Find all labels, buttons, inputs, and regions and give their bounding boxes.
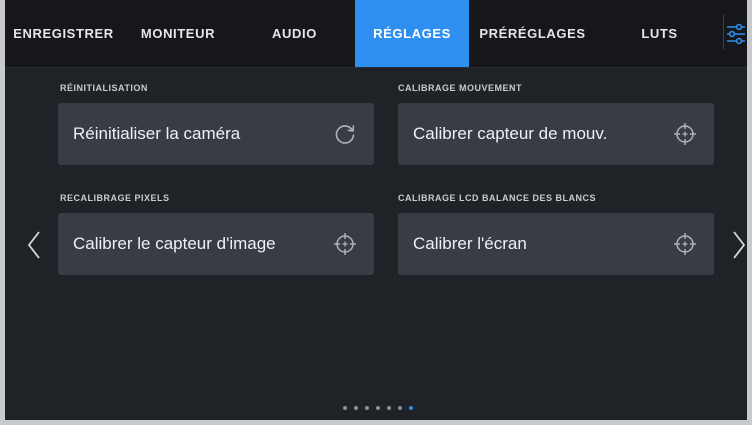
- page-dot[interactable]: [354, 406, 358, 410]
- page-dot[interactable]: [365, 406, 369, 410]
- tab-label: RÉGLAGES: [373, 26, 451, 41]
- crosshair-icon: [672, 121, 698, 147]
- section-label-reinitialisation: RÉINITIALISATION: [60, 83, 148, 93]
- calibrate-image-sensor-button[interactable]: Calibrer le capteur d'image: [58, 213, 374, 275]
- previous-page-button[interactable]: [26, 228, 42, 262]
- section-label-calibrage-lcd: CALIBRAGE LCD BALANCE DES BLANCS: [398, 193, 596, 203]
- button-label: Calibrer l'écran: [413, 234, 527, 253]
- page-dot[interactable]: [409, 406, 413, 410]
- settings-sliders-button[interactable]: [724, 0, 747, 67]
- tab-label: ENREGISTRER: [13, 26, 114, 41]
- page-dot[interactable]: [376, 406, 380, 410]
- section-label-calibrage-mouvement: CALIBRAGE MOUVEMENT: [398, 83, 522, 93]
- tab-reglages[interactable]: RÉGLAGES: [355, 0, 469, 67]
- tab-preglages[interactable]: PRÉRÉGLAGES: [469, 0, 596, 67]
- tab-audio[interactable]: AUDIO: [234, 0, 355, 67]
- crosshair-icon: [332, 231, 358, 257]
- page-dot[interactable]: [343, 406, 347, 410]
- button-label: Réinitialiser la caméra: [73, 124, 241, 143]
- section-label-recalibrage-pixels: RECALIBRAGE PIXELS: [60, 193, 170, 203]
- tab-bar: ENREGISTRER MONITEUR AUDIO RÉGLAGES PRÉR…: [5, 0, 747, 68]
- chevron-right-icon: [733, 231, 746, 259]
- camera-screen: ENREGISTRER MONITEUR AUDIO RÉGLAGES PRÉR…: [5, 0, 747, 420]
- tab-moniteur[interactable]: MONITEUR: [122, 0, 234, 67]
- next-page-button[interactable]: [731, 228, 747, 262]
- tab-label: LUTS: [641, 26, 678, 41]
- tab-enregistrer[interactable]: ENREGISTRER: [5, 0, 122, 67]
- chevron-left-icon: [27, 231, 40, 259]
- reset-camera-button[interactable]: Réinitialiser la caméra: [58, 103, 374, 165]
- page-dot[interactable]: [398, 406, 402, 410]
- refresh-icon: [332, 121, 358, 147]
- calibrate-motion-sensor-button[interactable]: Calibrer capteur de mouv.: [398, 103, 714, 165]
- tab-label: MONITEUR: [140, 26, 216, 41]
- tab-luts[interactable]: LUTS: [596, 0, 723, 67]
- crosshair-icon: [672, 231, 698, 257]
- tab-label: PRÉRÉGLAGES: [479, 26, 586, 41]
- button-label: Calibrer capteur de mouv.: [413, 124, 608, 143]
- sliders-icon: [726, 23, 745, 44]
- page-indicator: [343, 406, 413, 410]
- button-label: Calibrer le capteur d'image: [73, 234, 276, 253]
- calibrate-screen-button[interactable]: Calibrer l'écran: [398, 213, 714, 275]
- tab-label: AUDIO: [272, 26, 317, 41]
- page-dot[interactable]: [387, 406, 391, 410]
